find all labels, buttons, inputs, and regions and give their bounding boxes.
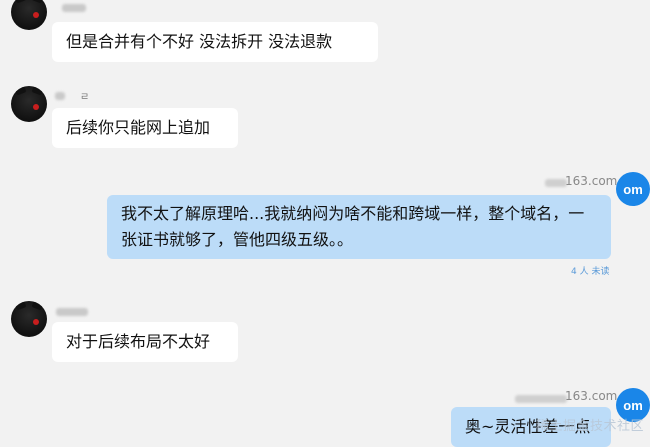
watermark: 稀土掘金技术社区 bbox=[535, 419, 644, 434]
sender-name-blur bbox=[545, 179, 567, 187]
sender-name-mark: ㄹ bbox=[80, 92, 90, 103]
sender-name bbox=[56, 308, 88, 316]
message-text: 但是合并有个不好 没法拆开 没法退款 bbox=[66, 32, 333, 51]
my-avatar-label: om bbox=[623, 397, 643, 413]
sender-name bbox=[62, 4, 86, 12]
sender-name bbox=[55, 92, 65, 100]
sender-name-blur bbox=[515, 395, 567, 403]
avatar[interactable] bbox=[11, 86, 47, 122]
message-text: 我不太了解原理哈...我就纳闷为啥不能和跨域一样，整个域名，一张证书就够了，管他… bbox=[121, 204, 585, 249]
avatar[interactable] bbox=[11, 301, 47, 337]
message-text: 后续你只能网上追加 bbox=[66, 118, 211, 137]
message-bubble: 对于后续布局不太好 bbox=[52, 322, 238, 362]
message-bubble: 但是合并有个不好 没法拆开 没法退款 bbox=[52, 22, 378, 62]
read-status[interactable]: 4 人 未读 bbox=[571, 264, 609, 277]
message-bubble: 我不太了解原理哈...我就纳闷为啥不能和跨域一样，整个域名，一张证书就够了，管他… bbox=[107, 195, 611, 259]
avatar[interactable] bbox=[11, 0, 47, 30]
sender-name: 163.com bbox=[565, 174, 618, 188]
my-avatar[interactable]: om bbox=[616, 172, 650, 206]
message-bubble: 后续你只能网上追加 bbox=[52, 108, 238, 148]
my-avatar-label: om bbox=[623, 181, 643, 197]
message-text: 对于后续布局不太好 bbox=[66, 332, 211, 351]
sender-name: 163.com bbox=[565, 389, 618, 403]
